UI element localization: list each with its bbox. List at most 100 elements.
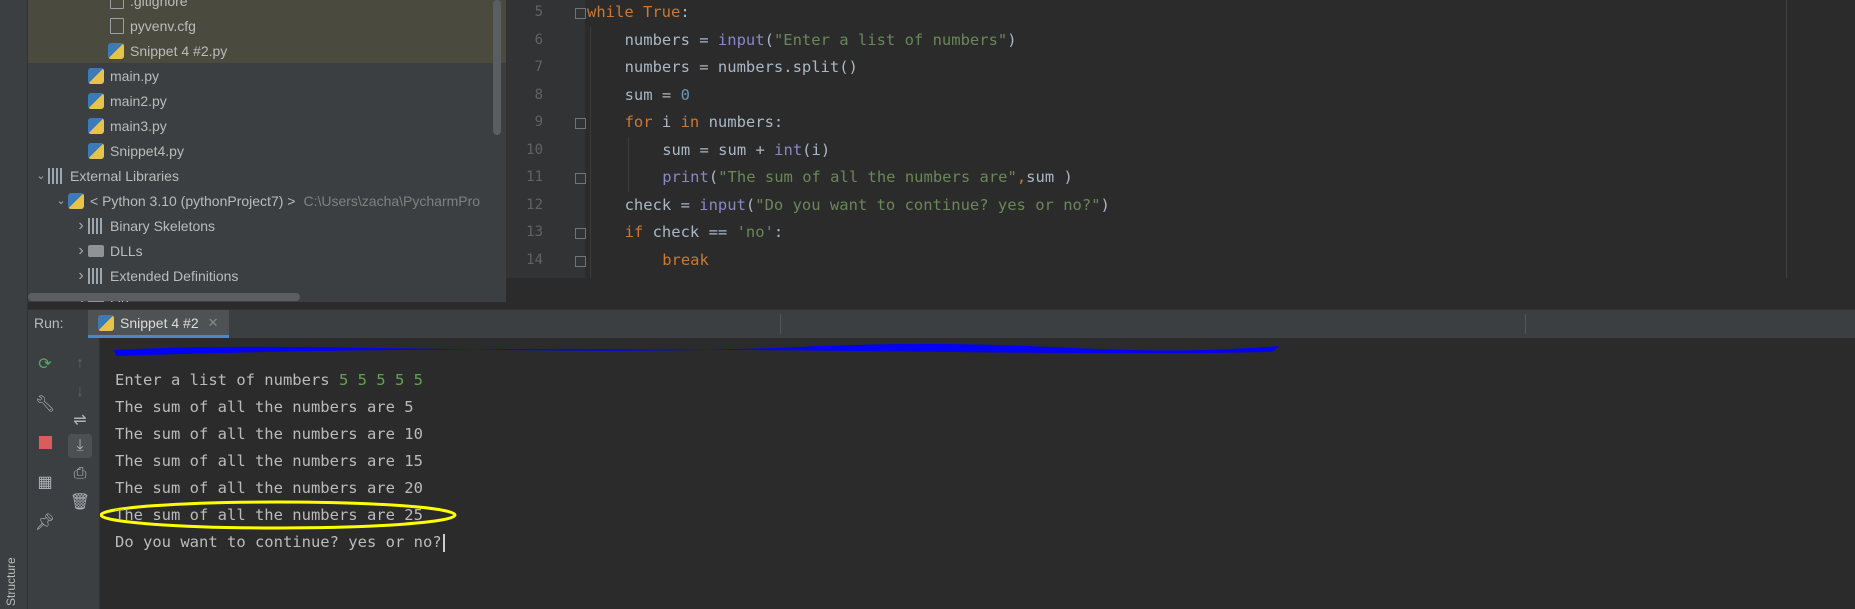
project-tree-horizontal-scrollbar[interactable] [28,293,300,301]
tree-item-label: Binary Skeletons [110,217,216,234]
code-editor[interactable]: 5 while True: 6 numbers = input("Enter a li… [506,0,1855,278]
fold-marker-icon[interactable] [575,255,586,267]
code-text: numbers = input("Enter a list of numbers… [624,30,1017,49]
tree-item-label: pyvenv.cfg [130,17,196,34]
chevron-right-icon[interactable]: › [74,267,88,285]
wrench-icon[interactable]: 🔧︎ [33,392,57,416]
close-tab-icon[interactable]: ✕ [208,315,219,331]
code-text: for i in numbers: [624,113,784,131]
tree-item-label: Snippet4.py [110,142,184,159]
chevron-down-icon[interactable]: ⌄ [54,194,68,207]
console-output-line-highlighted: The sum of all the numbers are 25 [115,506,423,524]
python-file-icon [88,142,104,159]
tree-item[interactable]: ⌄ < Python 3.10 (pythonProject7) > C:\User… [28,188,506,213]
line-number: 14 [526,251,543,268]
line-number: 6 [534,31,543,48]
file-icon [110,0,124,9]
code-text: while True: [587,3,690,21]
code-line[interactable]: 8 sum = 0 [507,82,1855,109]
redaction-scribble [114,344,1280,356]
console-final-prompt-line: Do you want to continue? yes or no? [115,533,445,552]
fold-marker-icon[interactable] [575,8,586,19]
line-number: 7 [534,59,543,75]
python-icon [98,314,114,331]
rerun-icon[interactable]: ⟳ [33,352,57,376]
code-line[interactable]: 9 for i in numbers: [507,109,1855,136]
tree-item[interactable]: main3.py [28,113,506,138]
fold-marker-icon[interactable] [575,173,586,184]
code-line[interactable]: 6 numbers = input("Enter a list of number… [507,27,1855,54]
tree-item-label: Snippet 4 #2.py [130,42,228,59]
code-line[interactable]: 5 while True: [507,0,1855,26]
tree-item-label: .gitignore [130,0,188,9]
pin-icon[interactable]: 📌︎ [33,510,57,534]
code-text: sum = sum + int(i) [662,140,831,159]
code-text: numbers = numbers.split() [624,58,858,76]
fold-marker-icon[interactable] [575,118,586,129]
line-number: 9 [534,114,543,130]
console-prompt-line: Enter a list of numbers 5 5 5 5 5 [115,371,423,389]
code-line[interactable]: 13 if check == 'no': [507,219,1855,246]
tree-item-label: main.py [110,67,160,84]
tree-item[interactable]: Snippet4.py [28,138,506,163]
code-line[interactable]: 10 sum = sum + int(i) [507,137,1855,164]
folder-icon [88,244,104,257]
line-number: 11 [526,169,543,185]
up-arrow-icon[interactable]: ↑ [68,352,92,376]
line-number: 5 [534,4,543,20]
tree-item-label: main2.py [110,92,167,109]
console-final-prompt: Do you want to continue? yes or no? [115,533,442,551]
structure-tool-tab[interactable]: Structure [4,557,18,606]
run-toolbar-primary: ⟳ 🔧︎ ▦ 📌︎ [28,338,61,609]
stop-icon[interactable] [33,430,57,454]
project-tree-panel: .gitignore pyvenv.cfg Snippet 4 #2.py main.… [28,0,506,302]
code-text: break [662,250,709,269]
tree-item[interactable]: › Binary Skeletons [28,213,506,238]
layout-icon[interactable]: ▦ [33,470,57,494]
indent-guide [627,137,629,192]
run-tab-snippet[interactable]: Snippet 4 #2 ✕ [88,310,229,338]
chevron-right-icon[interactable]: › [74,242,88,260]
tree-item[interactable]: pyvenv.cfg [28,13,506,38]
tree-item-label: < Python 3.10 (pythonProject7) > [90,192,296,209]
console-output-line: The sum of all the numbers are 20 [115,479,423,497]
trash-icon[interactable]: 🗑︎ [68,490,92,514]
header-divider [1525,314,1526,334]
scroll-to-end-icon[interactable]: ⤓ [68,434,92,458]
tree-item[interactable]: › Extended Definitions [28,263,506,288]
console-output-line: The sum of all the numbers are 5 [115,398,414,416]
header-divider [780,314,781,334]
code-text: sum = 0 [624,85,690,104]
python-file-icon [88,117,104,134]
library-icon [88,267,104,284]
tree-item[interactable]: main2.py [28,88,506,113]
tree-item[interactable]: ⌄ External Libraries [28,163,506,188]
tree-item-path: C:\Users\zacha\PycharmPro [303,192,481,209]
code-line[interactable]: 7 numbers = numbers.split() [507,54,1855,81]
tree-item[interactable]: › DLLs [28,238,506,263]
left-tool-strip: Structure [0,0,28,609]
tree-item[interactable]: main.py [28,63,506,88]
run-console-output[interactable]: Enter a list of numbers 5 5 5 5 5 The su… [100,338,1855,609]
code-line[interactable]: 11 print("The sum of all the numbers are"… [507,164,1855,191]
run-tool-window-header: Run: Snippet 4 #2 ✕ [28,309,1855,339]
console-output-line: The sum of all the numbers are 15 [115,452,423,470]
tree-item-label: DLLs [110,242,143,259]
python-file-icon [108,42,124,59]
project-tree-vertical-scrollbar[interactable] [493,0,501,135]
tree-item[interactable]: Snippet 4 #2.py [28,38,506,63]
run-label: Run: [34,315,64,331]
python-file-icon [88,67,104,84]
chevron-down-icon[interactable]: ⌄ [34,169,48,182]
code-line[interactable]: 12 check = input("Do you want to continue… [507,192,1855,219]
fold-marker-icon[interactable] [575,228,586,239]
chevron-right-icon[interactable]: › [74,217,88,235]
code-text: print("The sum of all the numbers are",s… [662,168,1073,186]
tree-item-label: Extended Definitions [110,267,239,284]
print-icon[interactable]: ⎙ [68,462,92,486]
down-arrow-icon[interactable]: ↓ [68,380,92,404]
text-caret [442,533,445,552]
soft-wrap-icon[interactable]: ⇌ [68,408,92,432]
code-line[interactable]: 14 break [507,247,1855,274]
tree-item[interactable]: .gitignore [28,0,506,13]
